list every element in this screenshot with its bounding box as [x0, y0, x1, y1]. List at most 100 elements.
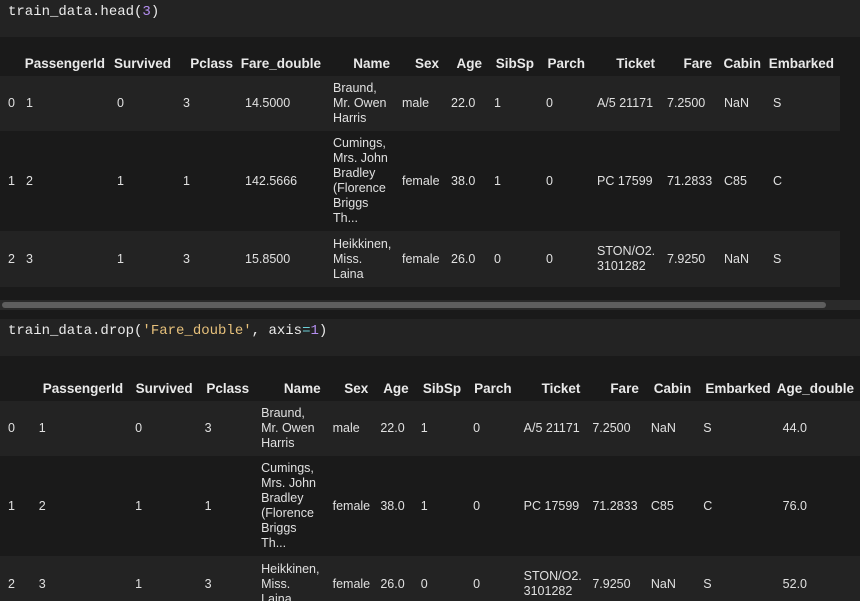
code-line-head[interactable]: train_data.head(3) [8, 4, 159, 20]
table-cell: male [402, 96, 430, 110]
column-header: Ticket [541, 380, 581, 396]
code-cell-drop[interactable]: train_data.drop('Fare_double', axis=1) [0, 319, 860, 356]
code-token: , axis [251, 323, 303, 339]
table-cell: 0 [420, 576, 428, 591]
table-cell: 7.2500 [667, 96, 706, 110]
table-cell: Braund, Mr. Owen Harris [333, 81, 387, 125]
column-header: Age [383, 380, 409, 396]
table-cell: A/5 21171 [523, 421, 580, 435]
column-header: Survived [135, 380, 193, 396]
column-header: Ticket [616, 55, 655, 71]
column-header: PassengerId [42, 380, 124, 396]
column-header: Fare [610, 380, 639, 396]
column-header: Survived [113, 55, 171, 71]
table-cell: female [402, 251, 440, 266]
table-cell: 26.0 [380, 576, 405, 591]
table-cell: 1 [494, 96, 501, 110]
table-cell: 38.0 [451, 173, 476, 188]
table-cell: female [402, 173, 440, 188]
table-cell: C85 [650, 498, 674, 513]
table-cell: 3 [204, 576, 212, 591]
code-cell-head[interactable]: train_data.head(3) [0, 0, 860, 37]
table-cell: STON/O2. 3101282 [523, 569, 582, 598]
column-header: PassengerId [24, 55, 105, 71]
table-cell: 1 [420, 421, 428, 435]
table-row: 0 1 0 3 Braund, Mr. Owen Harris male 22.0 1 0 A/5… [0, 401, 860, 456]
table-cell: 3 [26, 251, 33, 266]
table-cell: NaN [650, 421, 676, 435]
column-header: Name [353, 55, 390, 71]
column-header: Cabin [653, 380, 692, 396]
table-cell: 7.9250 [592, 576, 631, 591]
table-cell: 3 [38, 576, 46, 591]
table-row: 2 3 1 3 Heikkinen, Miss. Laina female 26.0 0 0 ST… [0, 556, 860, 601]
row-index: 1 [8, 498, 15, 513]
column-header: Cabin [723, 55, 761, 71]
table-cell: PC 17599 [523, 498, 580, 513]
table-cell: 3 [183, 251, 190, 266]
column-header: Fare [683, 55, 712, 71]
table-cell: 1 [420, 498, 428, 513]
table-cell: 0 [546, 173, 553, 188]
table-cell: PC 17599 [597, 173, 653, 188]
horizontal-scrollbar[interactable] [0, 300, 860, 310]
code-token: train_data.drop( [8, 323, 143, 339]
table-cell: female [332, 576, 371, 591]
code-token: 3 [142, 4, 151, 20]
table-cell: 1 [117, 251, 124, 266]
table-cell: 0 [473, 498, 481, 513]
scrollbar-thumb[interactable] [2, 302, 826, 308]
table-cell: 0 [494, 251, 501, 266]
table-cell: 0 [473, 576, 481, 591]
table-cell: 71.2833 [592, 498, 638, 513]
table-cell: C [773, 173, 783, 188]
table-cell: Cumings, Mrs. John Bradley (Florence Bri… [261, 461, 316, 550]
table-cell: 14.5000 [245, 96, 291, 110]
table-cell: C [703, 498, 713, 513]
table-cell: NaN [724, 251, 750, 266]
table-row: 0 1 0 3 14.5000 Braund, Mr. Owen Harris male 22… [0, 76, 840, 131]
row-index: 2 [8, 251, 15, 266]
table-cell: 0 [117, 96, 124, 110]
table-cell: S [703, 576, 712, 591]
table-cell: 22.0 [380, 421, 405, 435]
table-cell: 3 [204, 421, 212, 435]
column-header: Name [283, 380, 321, 396]
table-cell: 22.0 [451, 96, 476, 110]
table-cell: Braund, Mr. Owen Harris [261, 406, 315, 450]
dataframe-drop-table: PassengerId Survived Pclass Name Sex Age SibSp… [0, 375, 860, 601]
column-header: Parch [474, 380, 512, 396]
code-token: 'Fare_double' [142, 323, 252, 339]
column-header: Pclass [190, 55, 233, 71]
table-cell: STON/O2. 3101282 [597, 244, 656, 273]
table-cell: 1 [494, 173, 501, 188]
column-header: Fare_double [240, 55, 321, 71]
table-cell: 2 [38, 498, 46, 513]
column-header [0, 375, 33, 401]
table-cell: 0 [546, 96, 553, 110]
table-cell: 142.5666 [245, 173, 298, 188]
code-token: 1 [310, 323, 319, 339]
column-header: Embarked [768, 55, 834, 71]
row-index: 1 [8, 173, 15, 188]
table-cell: 38.0 [380, 498, 405, 513]
table-cell: NaN [724, 96, 750, 110]
table-cell: 1 [117, 173, 124, 188]
table-cell: 7.2500 [592, 421, 631, 435]
table-cell: 71.2833 [667, 173, 713, 188]
table-cell: male [332, 421, 360, 435]
column-header: SibSp [495, 55, 534, 71]
column-header: Parch [547, 55, 585, 71]
code-token: ) [150, 4, 160, 20]
table-cell: 1 [183, 173, 190, 188]
row-index: 0 [8, 96, 15, 110]
output-table-drop: PassengerId Survived Pclass Name Sex Age SibSp… [0, 375, 860, 601]
table-cell: NaN [650, 576, 676, 591]
code-line-drop[interactable]: train_data.drop('Fare_double', axis=1) [8, 323, 327, 339]
table-cell: 2 [26, 173, 33, 188]
row-index: 0 [8, 421, 15, 435]
column-header: Embarked [705, 380, 771, 396]
column-header: Age_double [776, 380, 854, 396]
column-header: SibSp [422, 380, 462, 396]
table-cell: 1 [26, 96, 33, 110]
